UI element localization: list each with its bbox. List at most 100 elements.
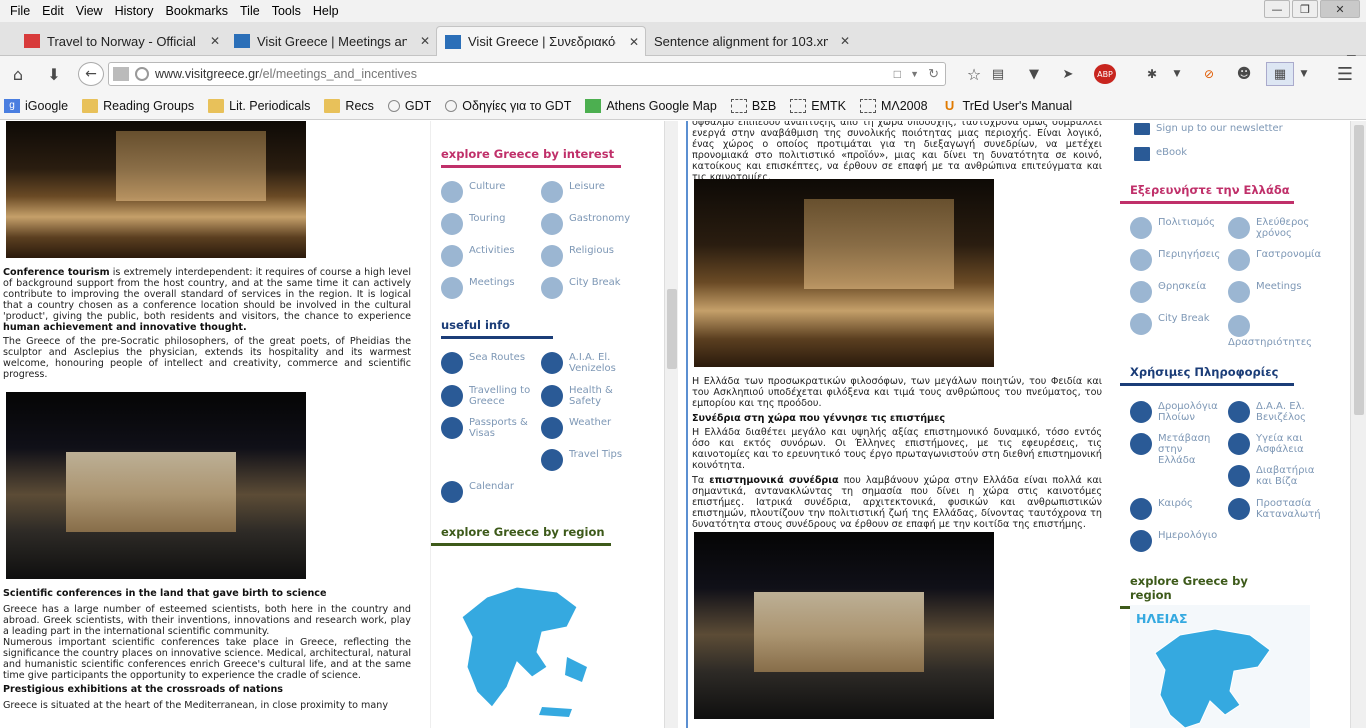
download-icon[interactable]: ⬇ bbox=[42, 62, 66, 86]
interest-leisure[interactable]: Ελεύθερος χρόνος bbox=[1228, 217, 1320, 239]
gastronomy-icon bbox=[541, 213, 563, 235]
ebook-link[interactable]: eBook bbox=[1134, 147, 1187, 161]
useful-travelling[interactable]: Travelling to Greece bbox=[441, 385, 537, 407]
newsletter-link[interactable]: Sign up to our newsletter bbox=[1134, 123, 1283, 135]
block-icon[interactable]: ⊘ bbox=[1200, 62, 1218, 86]
reading-list-icon[interactable]: ▤ bbox=[988, 62, 1008, 86]
bookmark-recs[interactable]: Recs bbox=[324, 98, 374, 113]
useful-weather[interactable]: Καιρός bbox=[1130, 498, 1193, 520]
home-icon[interactable]: ⌂ bbox=[8, 62, 28, 86]
menu-history[interactable]: History bbox=[109, 4, 160, 18]
chat-icon[interactable]: ☻ bbox=[1234, 62, 1254, 86]
menu-tile[interactable]: Tile bbox=[234, 4, 266, 18]
back-icon[interactable]: ← bbox=[78, 62, 104, 86]
useful-sea-routes[interactable]: Sea Routes bbox=[441, 352, 525, 374]
interest-religious[interactable]: Θρησκεία bbox=[1130, 281, 1206, 303]
close-tab-icon[interactable]: ✕ bbox=[840, 34, 850, 48]
useful-health[interactable]: Health & Safety bbox=[541, 385, 631, 407]
close-tab-icon[interactable]: ✕ bbox=[629, 35, 639, 49]
page-icon bbox=[859, 98, 876, 113]
menu-file[interactable]: File bbox=[4, 4, 36, 18]
dropdown-icon[interactable]: ▼ bbox=[1170, 62, 1184, 86]
useful-travelling[interactable]: Μετάβαση στην Ελλάδα bbox=[1130, 433, 1220, 466]
scrollbar-thumb[interactable] bbox=[667, 289, 677, 369]
interest-touring[interactable]: Touring bbox=[441, 213, 505, 235]
globe-icon bbox=[387, 99, 400, 112]
useful-weather[interactable]: Weather bbox=[541, 417, 611, 439]
right-scrollbar[interactable] bbox=[1350, 121, 1366, 728]
interest-city-break[interactable]: City Break bbox=[1130, 313, 1210, 335]
tab-visit-greece-meetings[interactable]: Visit Greece | Meetings and... ✕ bbox=[226, 26, 436, 56]
bookmark-gdt-guide[interactable]: Οδηγίες για το GDT bbox=[445, 99, 571, 113]
hamburger-menu-icon[interactable]: ☰ bbox=[1334, 62, 1356, 86]
interest-touring[interactable]: Περιηγήσεις bbox=[1130, 249, 1220, 271]
useful-sea-routes[interactable]: Δρομολόγια Πλοίων bbox=[1130, 401, 1226, 423]
interest-gastronomy[interactable]: Γαστρονομία bbox=[1228, 249, 1321, 271]
bookmark-tred[interactable]: U TrEd User's Manual bbox=[942, 98, 1072, 113]
bookmark-reading-groups[interactable]: Reading Groups bbox=[82, 98, 194, 113]
bookmark-ml2008[interactable]: ΜΛ2008 bbox=[859, 98, 928, 113]
interest-gastronomy[interactable]: Gastronomy bbox=[541, 213, 630, 235]
interest-religious[interactable]: Religious bbox=[541, 245, 614, 267]
pocket-icon[interactable]: ▼ bbox=[1024, 62, 1044, 86]
useful-health[interactable]: Υγεία και Ασφάλεια bbox=[1228, 433, 1318, 455]
useful-calendar[interactable]: Calendar bbox=[441, 481, 514, 503]
bookmark-igoogle[interactable]: g iGoogle bbox=[4, 98, 68, 113]
menu-view[interactable]: View bbox=[70, 4, 109, 18]
tips-icon bbox=[541, 449, 563, 471]
interest-activities[interactable]: Δραστηριότητες bbox=[1228, 315, 1312, 348]
bookmark-gdt[interactable]: GDT bbox=[387, 99, 431, 113]
useful-aia[interactable]: A.I.A. El. Venizelos bbox=[541, 352, 641, 374]
useful-travel-tips[interactable]: Travel Tips bbox=[541, 449, 622, 471]
interest-meetings[interactable]: Meetings bbox=[441, 277, 515, 299]
restore-icon[interactable]: ❐ bbox=[1292, 0, 1318, 18]
minimize-icon[interactable]: — bbox=[1264, 0, 1290, 18]
useful-passports[interactable]: Διαβατήρια και Βίζα bbox=[1228, 465, 1318, 487]
useful-calendar[interactable]: Ημερολόγιο bbox=[1130, 530, 1217, 552]
url-dropdown-icon[interactable]: ▼ bbox=[910, 69, 919, 79]
useful-passports[interactable]: Passports & Visas bbox=[441, 417, 537, 439]
tab-title: Sentence alignment for 103.xm... bbox=[654, 33, 828, 49]
reload-icon[interactable]: ↻ bbox=[928, 66, 939, 82]
close-window-icon[interactable]: ✕ bbox=[1320, 0, 1360, 18]
useful-aia[interactable]: Δ.Α.Α. Ελ. Βενιζέλος bbox=[1228, 401, 1328, 423]
close-tab-icon[interactable]: ✕ bbox=[210, 34, 220, 48]
interest-activities[interactable]: Activities bbox=[441, 245, 515, 267]
extension-icon[interactable]: ✱ bbox=[1142, 62, 1162, 86]
close-tab-icon[interactable]: ✕ bbox=[420, 34, 430, 48]
tab-sentence-alignment[interactable]: Sentence alignment for 103.xm... ✕ bbox=[646, 26, 856, 56]
globe-icon bbox=[135, 67, 149, 81]
bookmark-vsv[interactable]: ΒΣΒ bbox=[730, 98, 776, 113]
interest-city-break[interactable]: City Break bbox=[541, 277, 621, 299]
useful-consumer[interactable]: Προστασία Καταναλωτή bbox=[1228, 498, 1328, 520]
menu-edit[interactable]: Edit bbox=[36, 4, 70, 18]
ship-icon bbox=[1130, 401, 1152, 423]
star-icon[interactable]: ☆ bbox=[964, 62, 984, 86]
interest-leisure[interactable]: Leisure bbox=[541, 181, 605, 203]
touring-icon bbox=[441, 213, 463, 235]
interest-meetings[interactable]: Meetings bbox=[1228, 281, 1302, 303]
interest-culture[interactable]: Culture bbox=[441, 181, 505, 203]
scrollbar-thumb[interactable] bbox=[1354, 125, 1364, 415]
menu-help[interactable]: Help bbox=[307, 4, 345, 18]
menu-bookmarks[interactable]: Bookmarks bbox=[159, 4, 234, 18]
adblock-icon[interactable]: ABP bbox=[1094, 64, 1116, 84]
right-article: Η Ελλάδα των προσωκρατικών φιλοσόφων, τω… bbox=[692, 376, 1102, 533]
tab-travel-norway[interactable]: Travel to Norway - Official ... ✕ bbox=[16, 26, 226, 56]
reader-view-icon[interactable]: □ bbox=[894, 67, 901, 81]
url-bar[interactable]: www.visitgreece.gr /el/meetings_and_ince… bbox=[108, 62, 946, 86]
bookmark-athens-map[interactable]: Athens Google Map bbox=[585, 98, 717, 113]
greece-map[interactable]: ΗΛΕΙΑΣ bbox=[1130, 605, 1310, 728]
interest-culture[interactable]: Πολιτισμός bbox=[1130, 217, 1215, 239]
send-icon[interactable]: ➤ bbox=[1058, 62, 1078, 86]
folder-icon bbox=[324, 98, 341, 113]
tile-view-icon[interactable]: ▦ bbox=[1266, 62, 1294, 86]
bookmark-emtk[interactable]: EMTK bbox=[790, 98, 846, 113]
tab-visit-greece-el[interactable]: Visit Greece | Συνεδριακός ... ✕ bbox=[436, 26, 646, 56]
bookmark-label: Recs bbox=[345, 98, 374, 113]
tile-dropdown-icon[interactable]: ▼ bbox=[1298, 62, 1310, 86]
bookmark-lit-periodicals[interactable]: Lit. Periodicals bbox=[208, 98, 310, 113]
greece-map[interactable] bbox=[447, 557, 617, 728]
menu-tools[interactable]: Tools bbox=[266, 4, 307, 18]
left-scrollbar[interactable] bbox=[664, 121, 678, 728]
